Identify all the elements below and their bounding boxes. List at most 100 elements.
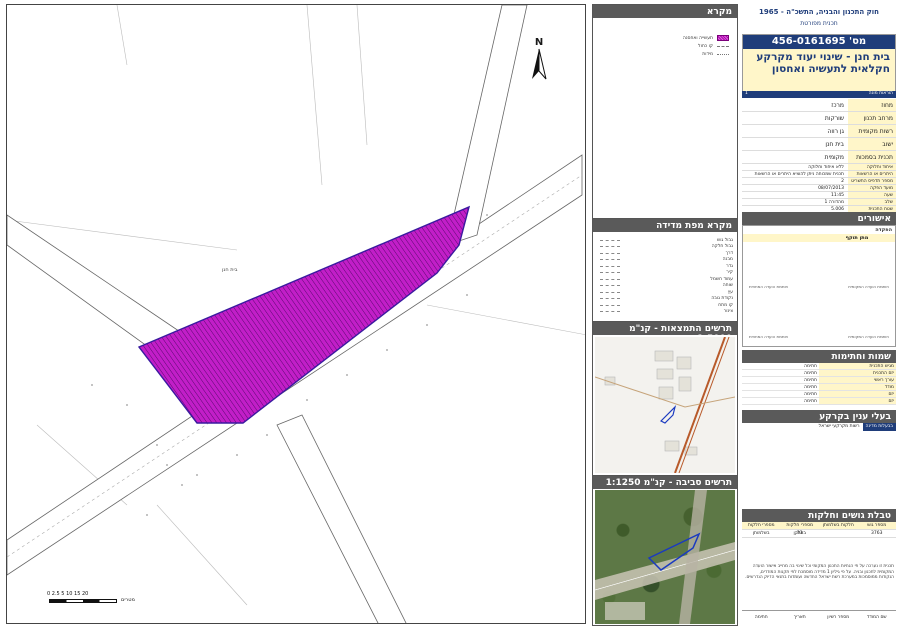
survey-row-label: נקודת גובה — [711, 296, 733, 302]
plan-title-box: מס' 456-0161695 בית חנן - שינוי יעוד מקר… — [742, 34, 896, 96]
location-map[interactable] — [595, 337, 735, 473]
cadastral-map[interactable] — [7, 5, 586, 624]
names-sign: חתימה — [804, 378, 817, 383]
legend-item: מידות — [599, 52, 729, 57]
detail-row: מרחב תכנון מקומי שורקות — [742, 112, 896, 135]
detail-value: בית חנן — [825, 140, 844, 148]
names-sign: חתימה — [804, 385, 817, 390]
survey-legend-header: מקרא מפת מדידה — [593, 219, 737, 232]
names-row: יזם חתימה — [742, 398, 896, 405]
version-bar-left: 1 — [745, 91, 748, 96]
detail-key: מספר תדפיס התשריט — [848, 178, 896, 184]
names-role: מודד — [819, 384, 896, 390]
detail-key: איחוד וחלוקה — [848, 164, 896, 170]
names-row: יזם התכנית חתימה — [742, 370, 896, 377]
detail-key: שעה — [848, 192, 896, 198]
parcels-head-row: מספר גוש חלקות בשלמותן מספרי חלקות בחלקן… — [742, 522, 896, 536]
legend-item-label: קו כחול — [698, 44, 713, 49]
names-row: יזם חתימה — [742, 391, 896, 398]
names-sign: חתימה — [804, 399, 817, 404]
approvals-grid: הפקדה מתן תוקף חותמת הועדה המקומית חותמת… — [742, 225, 896, 347]
sign-cell: תאריך — [793, 615, 806, 620]
approvals-columns: מתן תוקף — [743, 234, 895, 242]
scale-ticks: 0 2.5 5 10 15 20 — [47, 591, 89, 597]
parcels-cell — [819, 530, 858, 537]
surveyor-notes: תכנית זו נערכה על פי הנחיות התכנון המקומ… — [745, 564, 894, 580]
north-arrow: N — [529, 37, 549, 81]
owners-header: בעלי ענין בקרקע — [742, 410, 896, 423]
detail-value: 2 — [841, 178, 844, 184]
legend-header: מקרא — [593, 5, 737, 18]
detail-key: תכנית בסמכות — [848, 151, 896, 163]
survey-row-label: עמוד חשמל — [710, 276, 733, 282]
detail-row: מחוז מרכז — [742, 99, 896, 112]
line-symbol-icon — [600, 239, 620, 241]
survey-row-label: מבנה — [722, 257, 733, 263]
line-symbol-icon — [600, 259, 620, 261]
sign-cell: חתימה — [754, 615, 768, 620]
detail-value: מהדורה 1 — [824, 199, 844, 205]
detail-key: היתרים או הרשאות — [848, 171, 896, 177]
parcels-col: חלקות בשלמותן — [819, 522, 858, 529]
names-sign: חתימה — [804, 364, 817, 369]
names-row: עורך ראשי חתימה — [742, 377, 896, 384]
legend-items: תעשייה ואחסנה קו כחול מידות — [599, 35, 729, 60]
aerial-photo[interactable] — [595, 490, 735, 624]
legend-column: מקרא תעשייה ואחסנה קו כחול מידות מקרא מפ… — [592, 4, 738, 626]
names-sign: חתימה — [804, 392, 817, 397]
line-symbol-icon — [600, 246, 620, 248]
plan-name: בית חנן - שינוי יעוד מקרקע חקלאית לתעשיה… — [756, 51, 890, 75]
surveyor-sign-row: שם המודד מספר רשיון תאריך חתימה — [742, 610, 896, 624]
line-symbol-icon — [600, 311, 620, 313]
detail-key: שלב — [848, 199, 896, 205]
approvals-col-left — [743, 234, 819, 242]
owner-type: בבעלות מדינה — [862, 423, 896, 431]
survey-row-label: קו מתח — [718, 302, 733, 308]
names-role: מגיש התכנית — [819, 363, 896, 369]
detail-key: מרחב תכנון מקומי — [848, 112, 896, 135]
names-header: שמות וחתימות — [742, 350, 896, 363]
names-role: יזם — [819, 391, 896, 397]
detail-row: ישוב בית חנן — [742, 138, 896, 151]
line-symbol-icon — [600, 304, 620, 306]
north-letter: N — [534, 37, 544, 48]
plan-area-polygon[interactable] — [137, 205, 471, 424]
stamp-label: חותמת הועדה המחוזית — [749, 284, 789, 289]
detail-key: מועד הפקה — [848, 185, 896, 191]
legend-item: קו כחול — [599, 44, 729, 49]
legend-item-label: תעשייה ואחסנה — [682, 35, 713, 41]
plan-details-table: מחוז מרכז מרחב תכנון מקומי שורקות רשות מקו… — [742, 99, 896, 220]
names-row: מודד חתימה — [742, 384, 896, 391]
scale-unit: מטרים — [121, 597, 135, 603]
parcels-table: מספר גוש חלקות בשלמותן מספרי חלקות בחלקן… — [742, 522, 896, 538]
parcels-cell: 3763 — [871, 531, 883, 536]
names-role: יזם התכנית — [819, 370, 896, 376]
south-road — [276, 414, 407, 623]
survey-row-label: עץ — [727, 289, 733, 295]
version-bar: הוראות מונה 1 — [742, 91, 896, 98]
table-row: 3763 33 — [742, 530, 896, 538]
line-symbol-icon — [600, 291, 620, 293]
approvals-subheader: הפקדה — [875, 227, 892, 233]
survey-legend: מקרא מפת מדידה גבול גוש גבול חלקה דרך מב… — [593, 218, 737, 322]
survey-row-label: גבול חלקה — [711, 244, 733, 250]
approvals-col-right: מתן תוקף — [845, 235, 869, 241]
detail-value: ללא איחוד וחלוקה — [808, 164, 844, 170]
names-row: מגיש התכנית חתימה — [742, 363, 896, 370]
survey-row-label: גבול גוש — [717, 237, 733, 243]
dotted-line-icon — [717, 54, 729, 55]
line-symbol-icon — [600, 298, 620, 300]
map-panel[interactable]: בית חנן N 0 2.5 5 10 15 20 מטרים — [6, 4, 586, 624]
owner-name: רשות מקרקעי ישראל — [818, 424, 860, 429]
parcels-cell: 33 — [796, 531, 803, 536]
legend-item-label: מידות — [702, 52, 713, 57]
survey-row-label: צינור — [723, 309, 733, 315]
law-title: חוק התכנון והבניה, התשכ"ה - 1965 — [759, 8, 879, 16]
names-role: יזם — [819, 398, 896, 404]
detail-value: מרכז — [831, 101, 844, 109]
plan-number: מס' 456-0161695 — [743, 35, 895, 49]
scale-bar: 0 2.5 5 10 15 20 מטרים — [47, 591, 147, 611]
dashed-line-icon — [717, 46, 729, 47]
parcels-header: טבלת גושים וחלקות — [742, 509, 896, 522]
parcels-cell — [742, 530, 781, 537]
